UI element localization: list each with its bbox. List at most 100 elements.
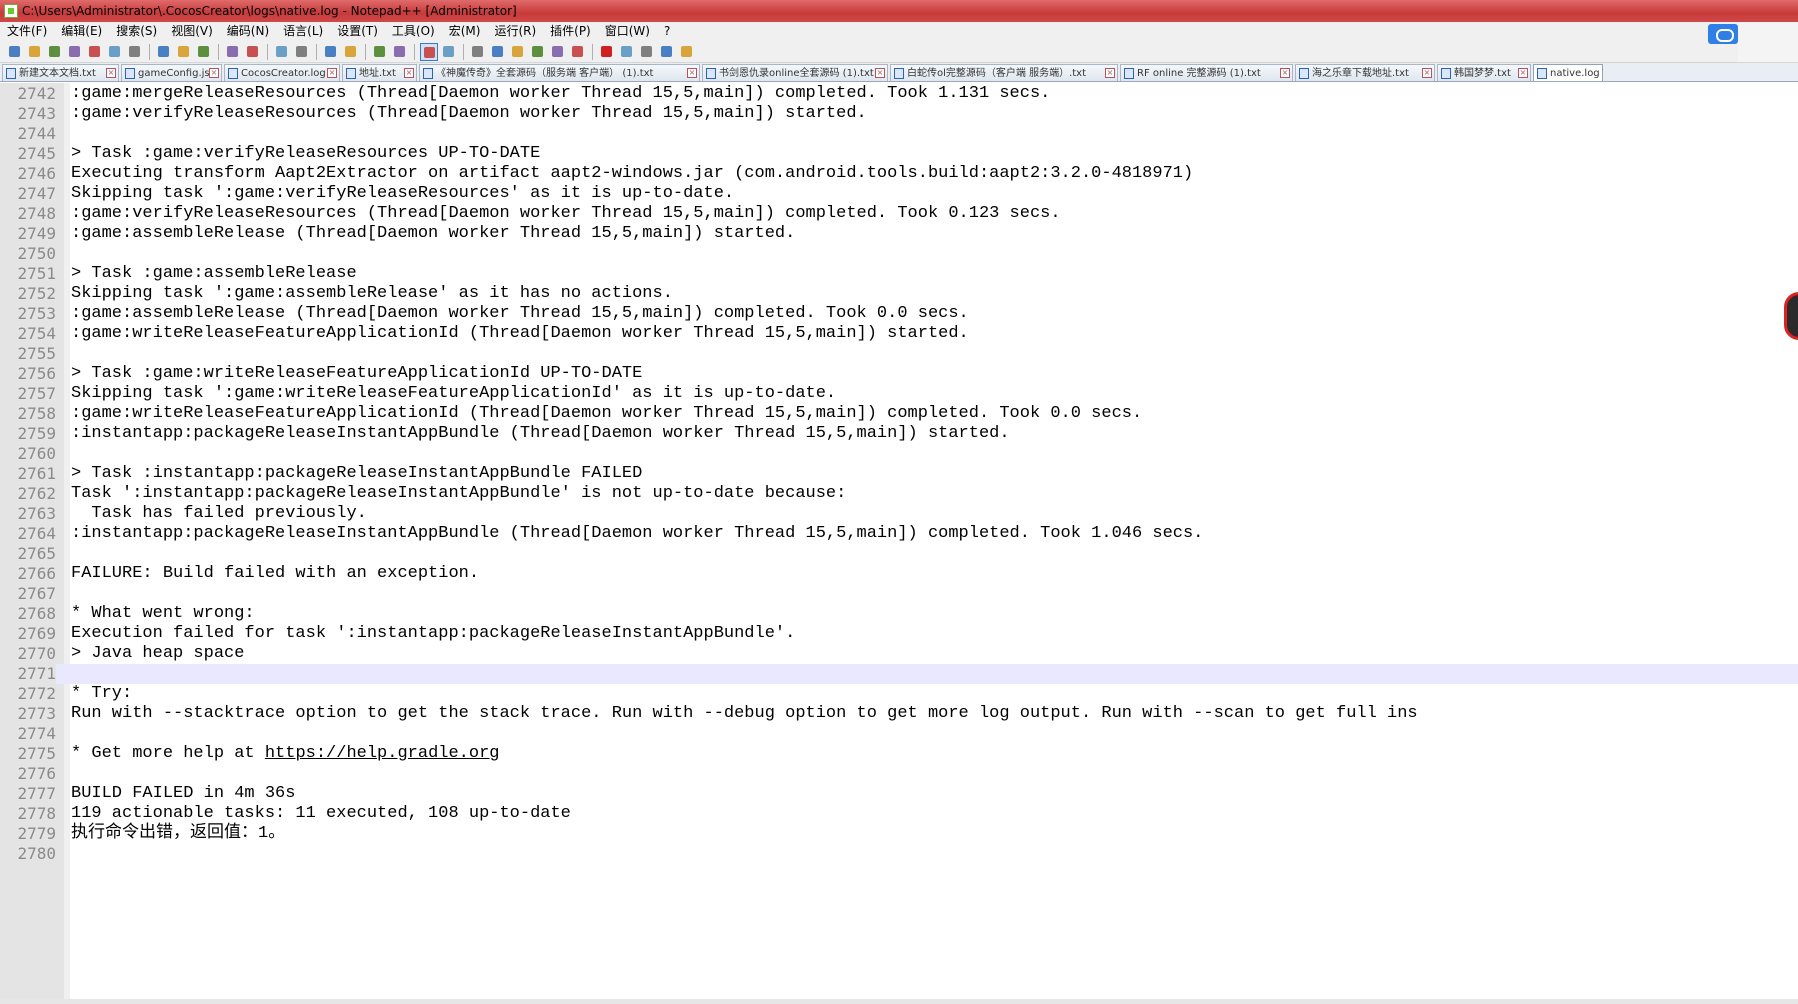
tab-close-icon[interactable]: × [1422, 68, 1432, 78]
save-icon[interactable] [46, 43, 64, 61]
line-text[interactable]: :game:assembleRelease (Thread[Daemon wor… [71, 304, 969, 324]
show-all-chars-icon[interactable] [440, 43, 458, 61]
tab-close-icon[interactable]: × [404, 68, 414, 78]
editor-line[interactable]: 2778 119 actionable tasks: 11 executed, 1… [0, 804, 1798, 824]
indent-guide-icon[interactable] [469, 43, 487, 61]
tab-close-icon[interactable]: × [106, 68, 116, 78]
menu-item-0[interactable]: 文件(F) [0, 22, 54, 41]
tab-1[interactable]: gameConfig.js × [121, 64, 222, 81]
run-macro-multiple-icon[interactable] [658, 43, 676, 61]
editor-line[interactable]: 2746 Executing transform Aapt2Extractor o… [0, 164, 1798, 184]
line-text[interactable]: > Java heap space [71, 644, 244, 664]
redo-icon[interactable] [244, 43, 262, 61]
tab-close-icon[interactable]: × [327, 68, 337, 78]
copy-icon[interactable] [175, 43, 193, 61]
editor-line[interactable]: 2772 * Try: [0, 684, 1798, 704]
line-text[interactable]: :game:verifyReleaseResources (Thread[Dae… [71, 104, 867, 124]
paste-icon[interactable] [195, 43, 213, 61]
editor-line[interactable]: 2743:game:verifyReleaseResources (Thread… [0, 104, 1798, 124]
menu-item-9[interactable]: 运行(R) [487, 22, 543, 41]
menu-item-10[interactable]: 插件(P) [543, 22, 598, 41]
record-macro-icon[interactable] [598, 43, 616, 61]
line-text[interactable]: Task has failed previously. [71, 504, 366, 524]
play-macro-icon[interactable] [638, 43, 656, 61]
editor-line[interactable]: 2745 > Task :game:verifyReleaseResources … [0, 144, 1798, 164]
editor-line[interactable]: 2771 [0, 664, 1798, 684]
line-text[interactable]: Skipping task ':game:verifyReleaseResour… [71, 184, 734, 204]
cut-icon[interactable] [155, 43, 173, 61]
tab-close-icon[interactable]: × [1105, 68, 1115, 78]
editor-line[interactable]: 2744 [0, 124, 1798, 144]
editor-line[interactable]: 2762 Task ':instantapp:packageReleaseInst… [0, 484, 1798, 504]
function-list-icon[interactable] [529, 43, 547, 61]
zoom-out-icon[interactable] [342, 43, 360, 61]
editor-line[interactable]: 2753:game:assembleRelease (Thread[Daemon… [0, 304, 1798, 324]
line-text[interactable]: * Get more help at https://help.gradle.o… [71, 744, 499, 764]
language-icon[interactable] [489, 43, 507, 61]
tab-5[interactable]: 书剑恩仇录online全套源码 (1).txt × [702, 64, 888, 81]
editor-line[interactable]: 2763 Task has failed previously. [0, 504, 1798, 524]
editor-line[interactable]: 2761 > Task :instantapp:packageReleaseIns… [0, 464, 1798, 484]
menu-item-1[interactable]: 编辑(E) [54, 22, 109, 41]
editor-line[interactable]: 2742:game:mergeReleaseResources (Thread[… [0, 84, 1798, 104]
editor-line[interactable]: 2748:game:verifyReleaseResources (Thread… [0, 204, 1798, 224]
close-all-icon[interactable] [106, 43, 124, 61]
tab-close-icon[interactable]: × [687, 68, 697, 78]
line-text[interactable]: :instantapp:packageReleaseInstantAppBund… [71, 424, 1010, 444]
tab-6[interactable]: 白蛇传ol完整源码（客户端 服务端）.txt × [890, 64, 1118, 81]
editor-line[interactable]: 2759:instantapp:packageReleaseInstantApp… [0, 424, 1798, 444]
editor-line[interactable]: 2764:instantapp:packageReleaseInstantApp… [0, 524, 1798, 544]
editor-line[interactable]: 2754:game:writeReleaseFeatureApplication… [0, 324, 1798, 344]
line-text[interactable]: :instantapp:packageReleaseInstantAppBund… [71, 524, 1203, 544]
editor-line[interactable]: 2752 Skipping task ':game:assembleRelease… [0, 284, 1798, 304]
menu-item-8[interactable]: 宏(M) [442, 22, 488, 41]
line-text[interactable]: > Task :game:verifyReleaseResources UP-T… [71, 144, 540, 164]
editor-line[interactable]: 2770 > Java heap space [0, 644, 1798, 664]
editor-line[interactable]: 2767 [0, 584, 1798, 604]
save-all-icon[interactable] [66, 43, 84, 61]
folder-workspace-icon[interactable] [549, 43, 567, 61]
tab-9[interactable]: 韩国梦梦.txt × [1437, 64, 1531, 81]
line-text[interactable]: :game:assembleRelease (Thread[Daemon wor… [71, 224, 795, 244]
line-text[interactable]: Skipping task ':game:assembleRelease' as… [71, 284, 673, 304]
tab-close-icon[interactable]: × [1280, 68, 1290, 78]
tab-3[interactable]: 地址.txt × [342, 64, 417, 81]
editor-line[interactable]: 2755 [0, 344, 1798, 364]
tab-10[interactable]: native.log [1533, 64, 1603, 81]
save-macro-icon[interactable] [678, 43, 696, 61]
menu-item-5[interactable]: 语言(L) [276, 22, 330, 41]
editor-line[interactable]: 2766 FAILURE: Build failed with an except… [0, 564, 1798, 584]
editor-line[interactable]: 2749:game:assembleRelease (Thread[Daemon… [0, 224, 1798, 244]
menu-item-11[interactable]: 窗口(W) [598, 22, 657, 41]
replace-icon[interactable] [293, 43, 311, 61]
zoom-in-icon[interactable] [322, 43, 340, 61]
editor-line[interactable]: 2757 Skipping task ':game:writeReleaseFea… [0, 384, 1798, 404]
tab-8[interactable]: 海之乐章下载地址.txt × [1295, 64, 1435, 81]
line-text[interactable]: Task ':instantapp:packageReleaseInstantA… [71, 484, 846, 504]
tab-close-icon[interactable]: × [1518, 68, 1528, 78]
editor-line[interactable]: 2750 [0, 244, 1798, 264]
print-icon[interactable] [126, 43, 144, 61]
line-text[interactable]: 119 actionable tasks: 11 executed, 108 u… [71, 804, 571, 824]
line-text[interactable]: Skipping task ':game:writeReleaseFeature… [71, 384, 836, 404]
new-file-icon[interactable] [6, 43, 24, 61]
line-text[interactable]: Run with --stacktrace option to get the … [71, 704, 1418, 724]
line-text[interactable]: BUILD FAILED in 4m 36s [71, 784, 295, 804]
line-text[interactable]: :game:writeReleaseFeatureApplicationId (… [71, 404, 1142, 424]
editor-line[interactable]: 2776 [0, 764, 1798, 784]
line-text[interactable]: FAILURE: Build failed with an exception. [71, 564, 479, 584]
menu-item-6[interactable]: 设置(T) [330, 22, 385, 41]
editor-line[interactable]: 2775 * Get more help at https://help.grad… [0, 744, 1798, 764]
line-text[interactable]: 执行命令出错，返回值：1。 [71, 824, 285, 844]
stop-macro-icon[interactable] [618, 43, 636, 61]
menu-item-3[interactable]: 视图(V) [164, 22, 220, 41]
line-text[interactable]: * Try: [71, 684, 132, 704]
editor-line[interactable]: 2779 执行命令出错，返回值：1。 [0, 824, 1798, 844]
word-wrap-icon[interactable] [420, 43, 438, 61]
line-text[interactable]: > Task :game:assembleRelease [71, 264, 357, 284]
editor-line[interactable]: 2768 * What went wrong: [0, 604, 1798, 624]
editor-line[interactable]: 2780 [0, 844, 1798, 864]
line-text[interactable]: Executing transform Aapt2Extractor on ar… [71, 164, 1193, 184]
undo-icon[interactable] [224, 43, 242, 61]
menu-item-4[interactable]: 编码(N) [220, 22, 276, 41]
